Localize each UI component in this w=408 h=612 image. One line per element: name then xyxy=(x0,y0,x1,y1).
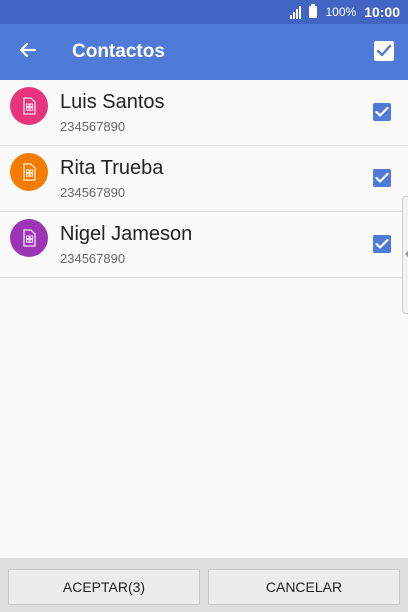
contact-avatar xyxy=(10,153,48,191)
page-title: Contactos xyxy=(72,41,165,62)
bottom-action-bar: ACEPTAR(3) CANCELAR xyxy=(0,558,408,612)
back-button[interactable] xyxy=(12,36,44,68)
battery-percent: 100% xyxy=(325,5,357,19)
contact-checkbox[interactable] xyxy=(373,169,391,187)
select-all-checkbox[interactable] xyxy=(374,41,394,61)
contact-row[interactable]: Nigel Jameson 234567890 xyxy=(0,212,408,278)
contact-checkbox[interactable] xyxy=(373,235,391,253)
contact-avatar xyxy=(10,219,48,257)
cancel-button[interactable]: CANCELAR xyxy=(208,569,400,605)
status-icons: 100% 10:00 xyxy=(290,0,400,24)
sim-card-icon xyxy=(19,228,39,248)
contact-number: 234567890 xyxy=(60,119,126,134)
contact-row[interactable]: Luis Santos 234567890 xyxy=(0,80,408,146)
status-bar: 100% 10:00 xyxy=(0,0,408,24)
edge-panel-handle[interactable] xyxy=(402,196,408,314)
contact-checkbox[interactable] xyxy=(373,103,391,121)
battery-icon xyxy=(309,4,318,18)
contact-list: Luis Santos 234567890 Rita Trueba 234567… xyxy=(0,80,408,278)
contact-row[interactable]: Rita Trueba 234567890 xyxy=(0,146,408,212)
arrow-left-icon xyxy=(18,40,38,65)
contact-avatar xyxy=(10,87,48,125)
status-clock: 10:00 xyxy=(364,4,400,20)
contact-name: Rita Trueba xyxy=(60,157,164,179)
contact-number: 234567890 xyxy=(60,251,126,266)
signal-icon xyxy=(290,5,302,19)
sim-card-icon xyxy=(19,96,39,116)
accept-button[interactable]: ACEPTAR(3) xyxy=(8,569,200,605)
app-bar: Contactos xyxy=(0,24,408,80)
contact-name: Nigel Jameson xyxy=(60,223,193,245)
contact-name: Luis Santos xyxy=(60,91,165,113)
contact-number: 234567890 xyxy=(60,185,126,200)
sim-card-icon xyxy=(19,162,39,182)
